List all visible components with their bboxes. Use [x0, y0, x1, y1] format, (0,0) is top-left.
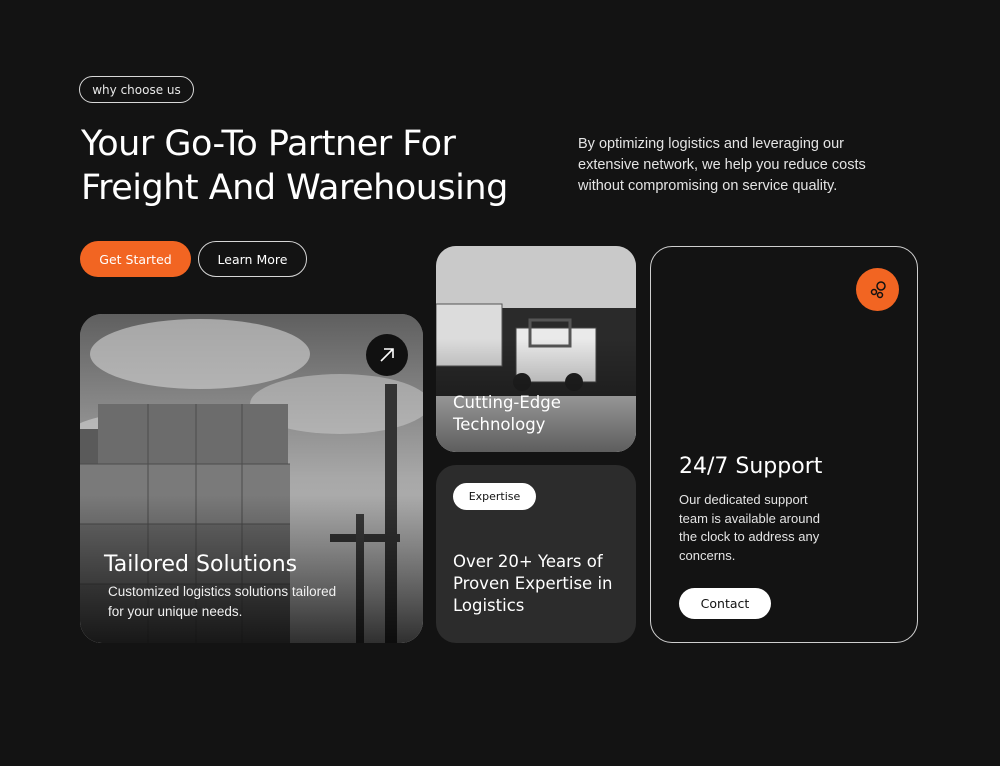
tailored-description: Customized logistics solutions tailored …	[108, 584, 337, 619]
get-started-button[interactable]: Get Started	[80, 241, 191, 277]
section-tag: why choose us	[79, 76, 194, 103]
expertise-text: Over 20+ Years of Proven Expertise in Lo…	[453, 552, 613, 615]
support-description: Our dedicated support team is available …	[679, 492, 820, 563]
expertise-card: Expertise Over 20+ Years of Proven Exper…	[436, 465, 636, 643]
expertise-badge: Expertise	[453, 483, 536, 510]
intro-text: By optimizing logistics and leveraging o…	[578, 136, 866, 194]
tailored-solutions-card[interactable]: Tailored Solutions Customized logistics …	[80, 314, 423, 643]
contact-button[interactable]: Contact	[679, 588, 771, 619]
technology-title: Cutting-Edge Technology	[453, 393, 561, 434]
tailored-title: Tailored Solutions	[104, 552, 298, 577]
technology-card[interactable]: Cutting-Edge Technology	[436, 246, 636, 452]
support-card: 24/7 Support Our dedicated support team …	[650, 246, 918, 643]
learn-more-button[interactable]: Learn More	[198, 241, 307, 277]
support-title: 24/7 Support	[679, 454, 823, 479]
page-headline: Your Go-To Partner For Freight And Wareh…	[81, 124, 508, 208]
arrow-up-right-icon[interactable]	[366, 334, 408, 376]
bubbles-icon	[856, 268, 899, 311]
